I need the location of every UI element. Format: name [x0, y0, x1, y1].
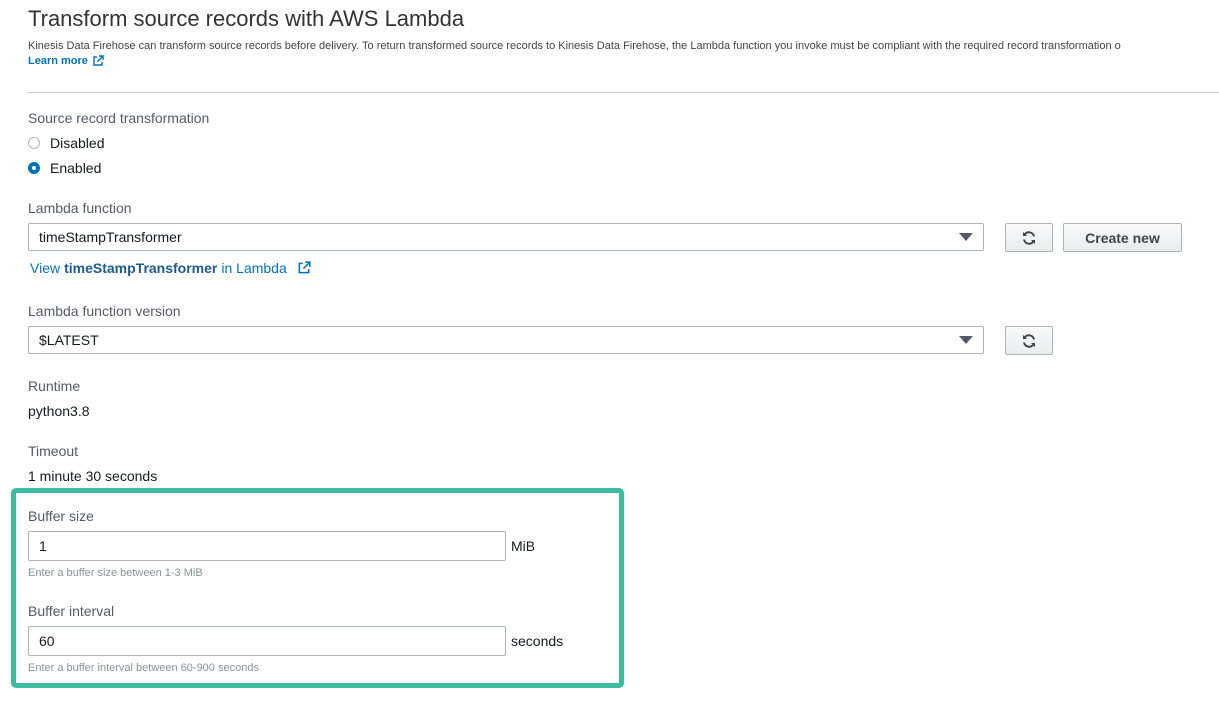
external-link-icon: [298, 261, 311, 274]
create-new-button[interactable]: Create new: [1063, 223, 1182, 252]
buffer-size-unit: MiB: [511, 538, 536, 554]
buffer-size-input[interactable]: [28, 531, 506, 561]
view-link-suffix: in Lambda: [221, 260, 287, 276]
caret-down-icon: [959, 233, 973, 241]
lambda-function-selected: timeStampTransformer: [39, 229, 182, 245]
radio-button-selected[interactable]: [28, 162, 40, 174]
radio-enabled-label: Enabled: [50, 160, 102, 176]
timeout-label: Timeout: [28, 443, 79, 459]
runtime-label: Runtime: [28, 378, 81, 394]
timeout-value: 1 minute 30 seconds: [28, 468, 158, 484]
view-in-lambda-link[interactable]: View timeStampTransformer in Lambda: [30, 260, 311, 276]
learn-more-link[interactable]: Learn more: [28, 55, 104, 67]
refresh-lambda-button[interactable]: [1005, 223, 1053, 252]
buffer-size-label: Buffer size: [28, 508, 94, 524]
buffer-size-hint: Enter a buffer size between 1-3 MiB: [28, 567, 203, 579]
runtime-value: python3.8: [28, 403, 90, 419]
refresh-icon: [1023, 333, 1035, 348]
buffer-settings-highlight: [11, 488, 624, 688]
buffer-interval-label: Buffer interval: [28, 603, 115, 619]
section-divider: [28, 92, 1219, 93]
lambda-version-select[interactable]: $LATEST: [28, 326, 984, 354]
page-title: Transform source records with AWS Lambda: [28, 6, 465, 31]
refresh-version-button[interactable]: [1005, 326, 1053, 355]
view-link-function-name: timeStampTransformer: [64, 260, 218, 276]
source-transformation-label: Source record transformation: [28, 110, 210, 126]
lambda-version-label: Lambda function version: [28, 303, 181, 319]
lambda-version-selected: $LATEST: [39, 332, 99, 348]
radio-enabled[interactable]: Enabled: [28, 160, 101, 176]
view-link-prefix: View: [30, 260, 61, 276]
radio-disabled[interactable]: Disabled: [28, 135, 104, 151]
page-description: Kinesis Data Firehose can transform sour…: [28, 40, 1121, 52]
radio-disabled-label: Disabled: [50, 135, 105, 151]
caret-down-icon: [959, 336, 973, 344]
radio-button[interactable]: [28, 137, 40, 149]
external-link-icon: [93, 55, 104, 66]
buffer-interval-unit: seconds: [511, 633, 564, 649]
buffer-interval-hint: Enter a buffer interval between 60-900 s…: [28, 662, 259, 674]
refresh-icon: [1023, 230, 1035, 245]
learn-more-label: Learn more: [28, 55, 88, 67]
lambda-function-label: Lambda function: [28, 200, 132, 216]
firehose-transform-page: Transform source records with AWS Lambda…: [0, 0, 1219, 711]
lambda-function-select[interactable]: timeStampTransformer: [28, 223, 984, 251]
buffer-interval-input[interactable]: [28, 626, 506, 656]
